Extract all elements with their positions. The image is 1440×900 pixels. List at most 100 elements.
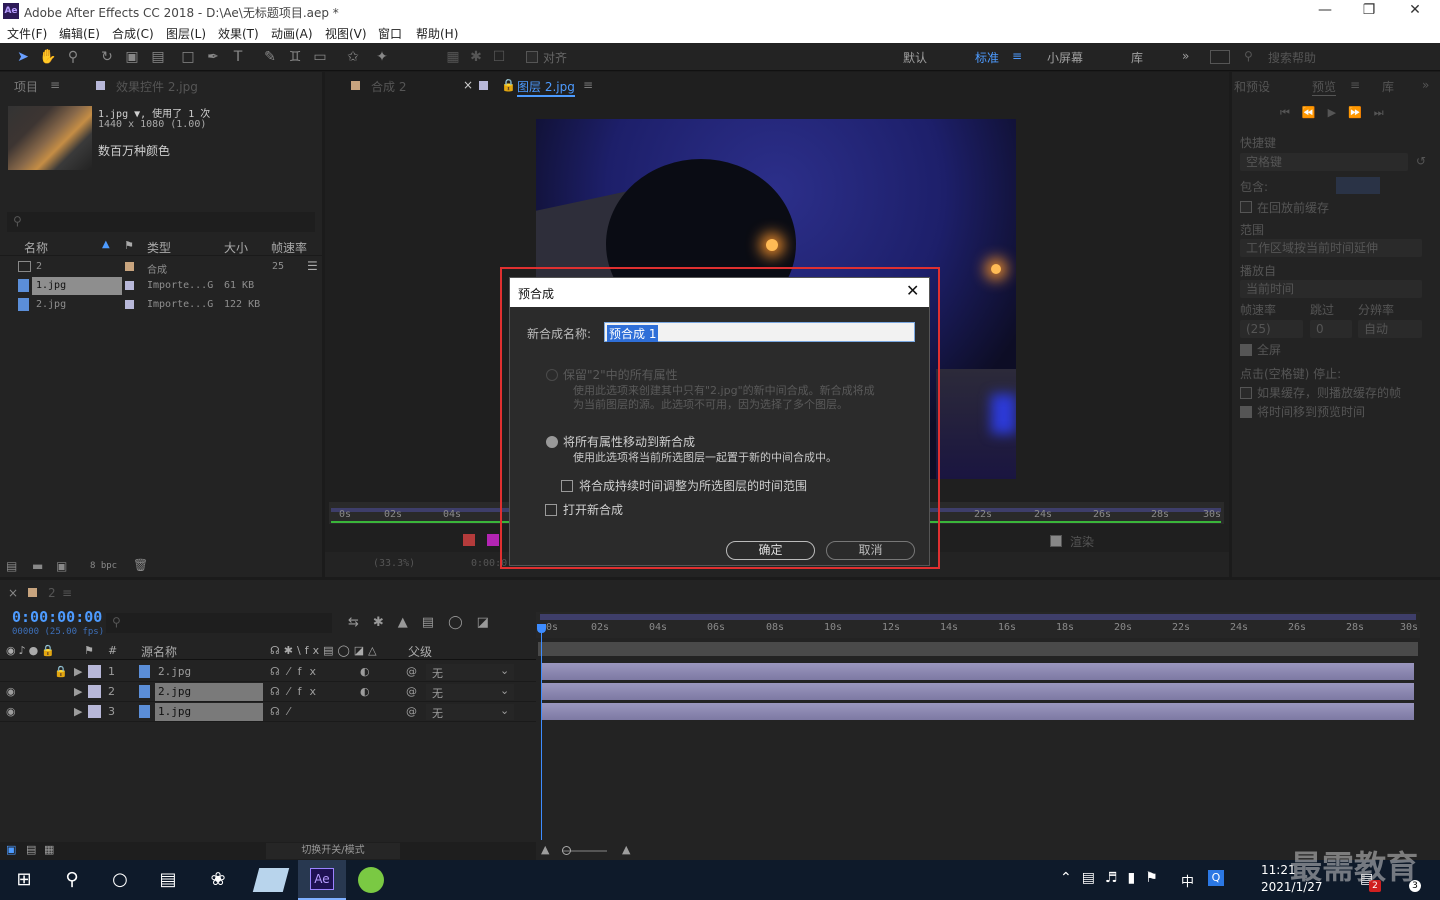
sort-up-icon[interactable]: ▲ xyxy=(102,239,110,250)
layer-bar[interactable] xyxy=(542,703,1414,720)
notes-app-icon[interactable] xyxy=(252,868,290,892)
layer-row[interactable]: 🔒 ▶ 1 2.jpg ☊⁄fx ◐ @ 无 ⌄ xyxy=(0,662,536,682)
expand-triangle-icon[interactable]: ▶ xyxy=(74,685,82,698)
menu-window[interactable]: 窗口 xyxy=(378,25,402,42)
work-area-bar[interactable] xyxy=(540,614,1416,620)
new-composition-icon[interactable]: ▣ xyxy=(56,559,67,573)
parent-select[interactable]: 无 ⌄ xyxy=(426,664,514,680)
workspace-standard[interactable]: 标准 xyxy=(975,49,999,66)
playhead[interactable] xyxy=(541,628,542,840)
project-search-input[interactable]: ⚲ xyxy=(7,212,315,232)
parent-select[interactable]: 无 ⌄ xyxy=(426,704,514,720)
eraser-tool-icon[interactable]: ▭ xyxy=(310,48,330,66)
skip-select[interactable]: 0 xyxy=(1310,320,1352,338)
color-swatch[interactable] xyxy=(487,534,499,546)
fullscreen-checkbox[interactable] xyxy=(1240,344,1252,356)
new-folder-icon[interactable]: ▬ xyxy=(32,559,43,573)
search-help-input[interactable]: 搜索帮助 xyxy=(1268,49,1316,66)
timeline-search-input[interactable]: ⚲ xyxy=(106,613,332,633)
zoom-in-icon[interactable]: ▲ xyxy=(622,843,630,856)
zoom-tool-icon[interactable]: ⚲ xyxy=(63,48,83,66)
lock-icon[interactable]: 🔒 xyxy=(54,665,68,678)
parent-select[interactable]: 无 ⌄ xyxy=(426,684,514,700)
zoom-out-icon[interactable]: ▲ xyxy=(541,843,549,856)
column-size[interactable]: 大小 xyxy=(224,239,248,256)
search-help-icon[interactable]: ⚲ xyxy=(1244,49,1253,63)
pan-behind-tool-icon[interactable]: ▤ xyxy=(148,48,168,66)
graph-editor-icon[interactable]: ▦ xyxy=(44,843,54,856)
rectangle-tool-icon[interactable]: □ xyxy=(178,48,198,66)
label-color-icon[interactable] xyxy=(88,705,101,718)
workspace-library[interactable]: 库 xyxy=(1131,49,1143,66)
workspace-default[interactable]: 默认 xyxy=(903,49,927,66)
layer-bar[interactable] xyxy=(542,683,1414,700)
tab-layer[interactable]: 图层 2.jpg xyxy=(517,78,575,97)
text-tool-icon[interactable]: T xyxy=(228,48,248,66)
lock-icon[interactable]: 🔒 xyxy=(501,78,516,92)
menu-file[interactable]: 文件(F) xyxy=(7,25,47,42)
reset-icon[interactable]: ↺ xyxy=(1416,154,1426,168)
column-fps[interactable]: 帧速率 xyxy=(271,239,307,256)
toggle-switches-modes[interactable]: 切换开关/模式 xyxy=(266,843,400,859)
color-swatch[interactable] xyxy=(463,534,475,546)
zoom-slider-handle[interactable] xyxy=(562,846,571,855)
range-select[interactable]: 工作区域按当前时间延伸 xyxy=(1240,239,1422,257)
world-axis-icon[interactable]: ✱ xyxy=(466,48,486,66)
pen-tool-icon[interactable]: ✒ xyxy=(203,48,223,66)
brush-tool-icon[interactable]: ✎ xyxy=(260,48,280,66)
menu-animation[interactable]: 动画(A) xyxy=(271,25,313,42)
menu-view[interactable]: 视图(V) xyxy=(325,25,367,42)
resolution-select[interactable]: 自动 xyxy=(1358,320,1422,338)
pickwhip-icon[interactable]: @ xyxy=(406,665,417,678)
tab-timeline-comp[interactable]: 2 xyxy=(48,586,56,600)
clone-stamp-tool-icon[interactable]: ♊ xyxy=(285,48,305,66)
menu-effect[interactable]: 效果(T) xyxy=(218,25,259,42)
taskbar-ae-active[interactable]: Ae xyxy=(298,860,346,900)
layer-row[interactable]: ◉ ▶ 3 1.jpg ☊⁄ @ 无 ⌄ xyxy=(0,702,536,722)
view-axis-icon[interactable]: ☐ xyxy=(489,48,509,66)
watermelon-app-icon[interactable] xyxy=(358,867,384,893)
system-tray-icons[interactable]: ⌃▤♬▮⚑ xyxy=(1060,870,1168,886)
viewer-tab-menu-icon[interactable]: ≡ xyxy=(583,78,593,92)
cortana-icon[interactable]: ○ xyxy=(106,866,134,894)
column-parent[interactable]: 父级 xyxy=(408,643,432,660)
selection-tool-icon[interactable]: ➤ xyxy=(13,48,33,66)
timeline-ruler[interactable]: 0s 02s 04s 06s 08s 10s 12s 14s 16s 18s 2… xyxy=(536,612,1420,638)
workspace-menu-icon[interactable]: ≡ xyxy=(1012,49,1022,63)
if-cache-checkbox[interactable] xyxy=(1240,387,1252,399)
project-row[interactable]: 1.jpg Importe...G 61 KB xyxy=(5,277,305,296)
layer-name[interactable]: 2.jpg xyxy=(158,665,191,678)
menu-layer[interactable]: 图层(L) xyxy=(166,25,206,42)
timeline-tab-menu-icon[interactable]: ≡ xyxy=(62,586,72,600)
project-tab-menu-icon[interactable]: ≡ xyxy=(50,78,60,92)
motion-blur-icon[interactable]: ◐ xyxy=(360,665,370,678)
more-workspaces-icon[interactable]: » xyxy=(1182,49,1189,63)
rotate-tool-icon[interactable]: ↻ xyxy=(97,48,117,66)
timeline-switches-icon[interactable]: ⇆✱▲▤◯◪ xyxy=(348,615,503,630)
close-tab-icon[interactable]: × xyxy=(8,586,18,600)
camera-tool-icon[interactable]: ▣ xyxy=(122,48,142,66)
puppet-pin-tool-icon[interactable]: ✦ xyxy=(372,48,392,66)
column-source-name[interactable]: 源名称 xyxy=(141,643,177,660)
roto-brush-tool-icon[interactable]: ✩ xyxy=(343,48,363,66)
qq-icon[interactable]: Q xyxy=(1208,870,1224,886)
bpc-label[interactable]: 8 bpc xyxy=(90,561,117,571)
more-tabs-icon[interactable]: » xyxy=(1422,78,1429,92)
preview-tab-menu-icon[interactable]: ≡ xyxy=(1350,78,1360,92)
label-color-icon[interactable] xyxy=(88,665,101,678)
tab-presets[interactable]: 和预设 xyxy=(1234,78,1270,95)
axis-mode-icon[interactable]: ▦ xyxy=(443,48,463,66)
play-from-select[interactable]: 当前时间 xyxy=(1240,280,1422,298)
expand-triangle-icon[interactable]: ▶ xyxy=(74,665,82,678)
tab-preview[interactable]: 预览 xyxy=(1312,78,1337,96)
layer-switch-icons[interactable]: ☊⁄fx xyxy=(270,665,324,678)
fps-select[interactable]: (25) xyxy=(1240,320,1303,338)
playback-controls-icon[interactable]: ⏮⏪▶⏩⏭ xyxy=(1280,106,1396,120)
ime-indicator[interactable]: 中 xyxy=(1181,871,1194,890)
menu-edit[interactable]: 编辑(E) xyxy=(59,25,100,42)
sync-settings-icon[interactable] xyxy=(1210,50,1230,64)
label-tag-icon[interactable]: ⚑ xyxy=(124,239,134,252)
pickwhip-icon[interactable]: @ xyxy=(406,705,417,718)
layer-bar[interactable] xyxy=(542,663,1414,680)
layer-switch-icons[interactable]: ☊⁄ xyxy=(270,705,298,718)
